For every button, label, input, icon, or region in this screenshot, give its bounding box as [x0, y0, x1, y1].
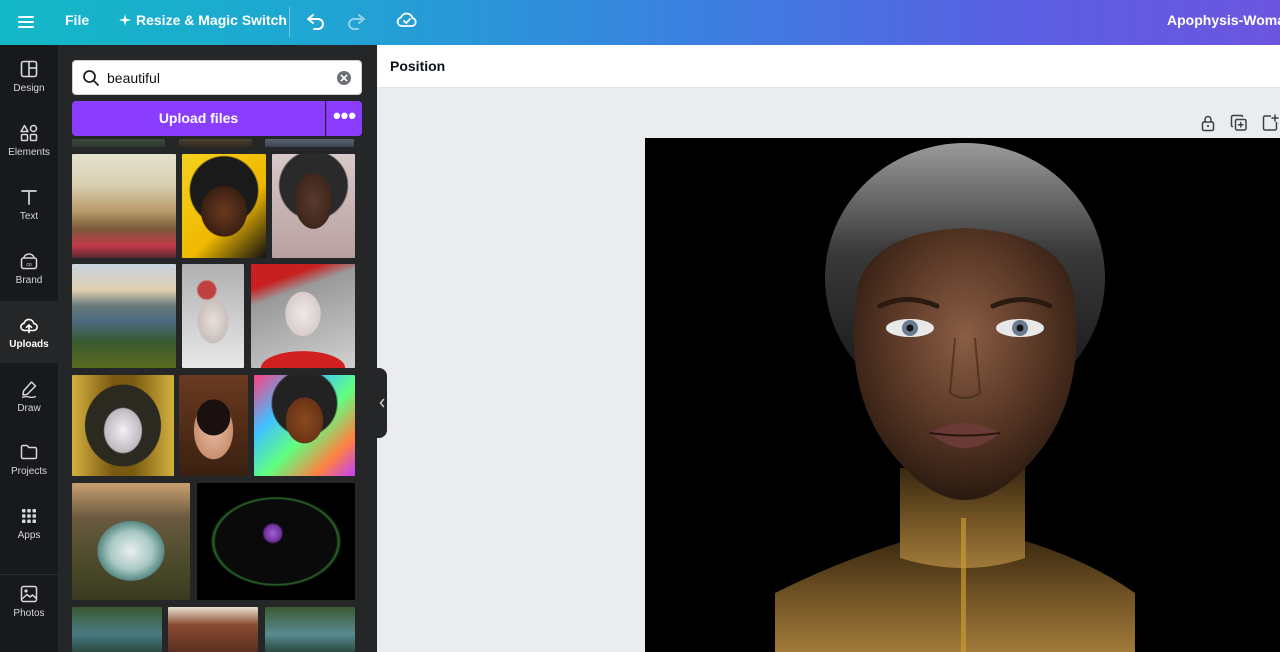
uploads-panel: Upload files •••: [58, 45, 377, 652]
rail-item-text[interactable]: Text: [0, 173, 58, 235]
resize-magic-switch-button[interactable]: Resize & Magic Switch: [119, 12, 287, 28]
toolbar-divider: [289, 7, 290, 37]
rail-label: Elements: [8, 147, 50, 158]
shapes-icon: [20, 124, 38, 142]
cloud-upload-icon: [20, 318, 38, 334]
upload-thumbnail[interactable]: [72, 375, 174, 476]
upload-thumbnail[interactable]: [72, 139, 165, 147]
add-page-icon[interactable]: [1260, 113, 1280, 133]
position-button[interactable]: Position: [390, 58, 445, 74]
rail-label: Apps: [17, 530, 41, 541]
upload-thumbnail[interactable]: [72, 607, 162, 652]
rail-label: Brand: [15, 275, 43, 286]
redo-button[interactable]: [344, 9, 368, 33]
search-box: [72, 60, 362, 95]
upload-thumbnail[interactable]: [72, 154, 176, 258]
left-rail: Design Elements Text co Brand Uploads Dr…: [0, 45, 58, 652]
rail-label: Draw: [17, 403, 41, 414]
more-options-button[interactable]: •••: [326, 101, 362, 136]
upload-thumbnail[interactable]: [72, 483, 190, 600]
design-canvas[interactable]: [645, 138, 1280, 652]
search-input[interactable]: [107, 61, 327, 94]
rail-item-projects[interactable]: Projects: [0, 428, 58, 490]
top-bar: File Resize & Magic Switch Apophysis-Wom…: [0, 0, 1280, 45]
portrait-image[interactable]: [645, 138, 1280, 652]
text-icon: [21, 190, 37, 205]
upload-thumbnail[interactable]: [272, 154, 355, 258]
clear-search-icon[interactable]: [336, 70, 352, 86]
folder-icon: [20, 444, 38, 460]
resize-label: Resize & Magic Switch: [136, 12, 287, 28]
context-toolbar: Position: [377, 45, 1280, 88]
rail-label: Text: [19, 211, 39, 222]
brand-icon: co: [20, 253, 38, 270]
pen-icon: [21, 381, 37, 399]
upload-thumbnail[interactable]: [197, 483, 355, 600]
menu-button[interactable]: [14, 10, 38, 34]
upload-thumbnail[interactable]: [254, 375, 355, 476]
search-icon: [83, 70, 99, 86]
rail-item-elements[interactable]: Elements: [0, 109, 58, 171]
undo-icon: [307, 14, 324, 30]
rail-item-brand[interactable]: co Brand: [0, 237, 58, 299]
chevron-left-icon: [379, 398, 385, 408]
sparkle-icon: [119, 14, 131, 26]
upload-thumbnail[interactable]: [179, 375, 248, 476]
upload-files-button[interactable]: Upload files: [72, 101, 325, 136]
upload-thumbnail[interactable]: [182, 154, 266, 258]
upload-thumbnail[interactable]: [179, 139, 252, 147]
duplicate-page-icon[interactable]: [1229, 113, 1249, 133]
grid-icon: [22, 509, 36, 523]
rail-item-design[interactable]: Design: [0, 45, 58, 107]
lock-icon[interactable]: [1198, 113, 1218, 133]
redo-icon: [348, 14, 365, 30]
upload-thumbnail[interactable]: [251, 264, 355, 368]
cloud-check-icon: [396, 12, 417, 27]
svg-text:co: co: [26, 262, 32, 268]
collapse-panel-handle[interactable]: [377, 368, 387, 438]
rail-item-uploads[interactable]: Uploads: [0, 301, 58, 363]
rail-label: Photos: [13, 608, 45, 619]
photo-icon: [20, 585, 38, 603]
undo-button[interactable]: [304, 9, 328, 33]
rail-item-draw[interactable]: Draw: [0, 365, 58, 427]
file-menu-button[interactable]: File: [65, 12, 89, 28]
rail-label: Design: [13, 83, 45, 94]
document-title[interactable]: Apophysis-Woman: [1167, 12, 1280, 28]
hamburger-icon: [18, 16, 34, 28]
upload-thumbnail[interactable]: [265, 607, 355, 652]
upload-thumbnail[interactable]: [265, 139, 354, 147]
rail-item-apps[interactable]: Apps: [0, 492, 58, 554]
save-status-button[interactable]: [395, 8, 419, 32]
upload-thumbnail[interactable]: [168, 607, 258, 652]
layout-icon: [20, 60, 38, 78]
rail-label: Projects: [10, 466, 48, 477]
upload-thumbnail[interactable]: [72, 264, 176, 368]
upload-thumbnail[interactable]: [182, 264, 244, 368]
rail-label: Uploads: [9, 339, 49, 350]
rail-item-photos[interactable]: Photos: [0, 570, 58, 632]
